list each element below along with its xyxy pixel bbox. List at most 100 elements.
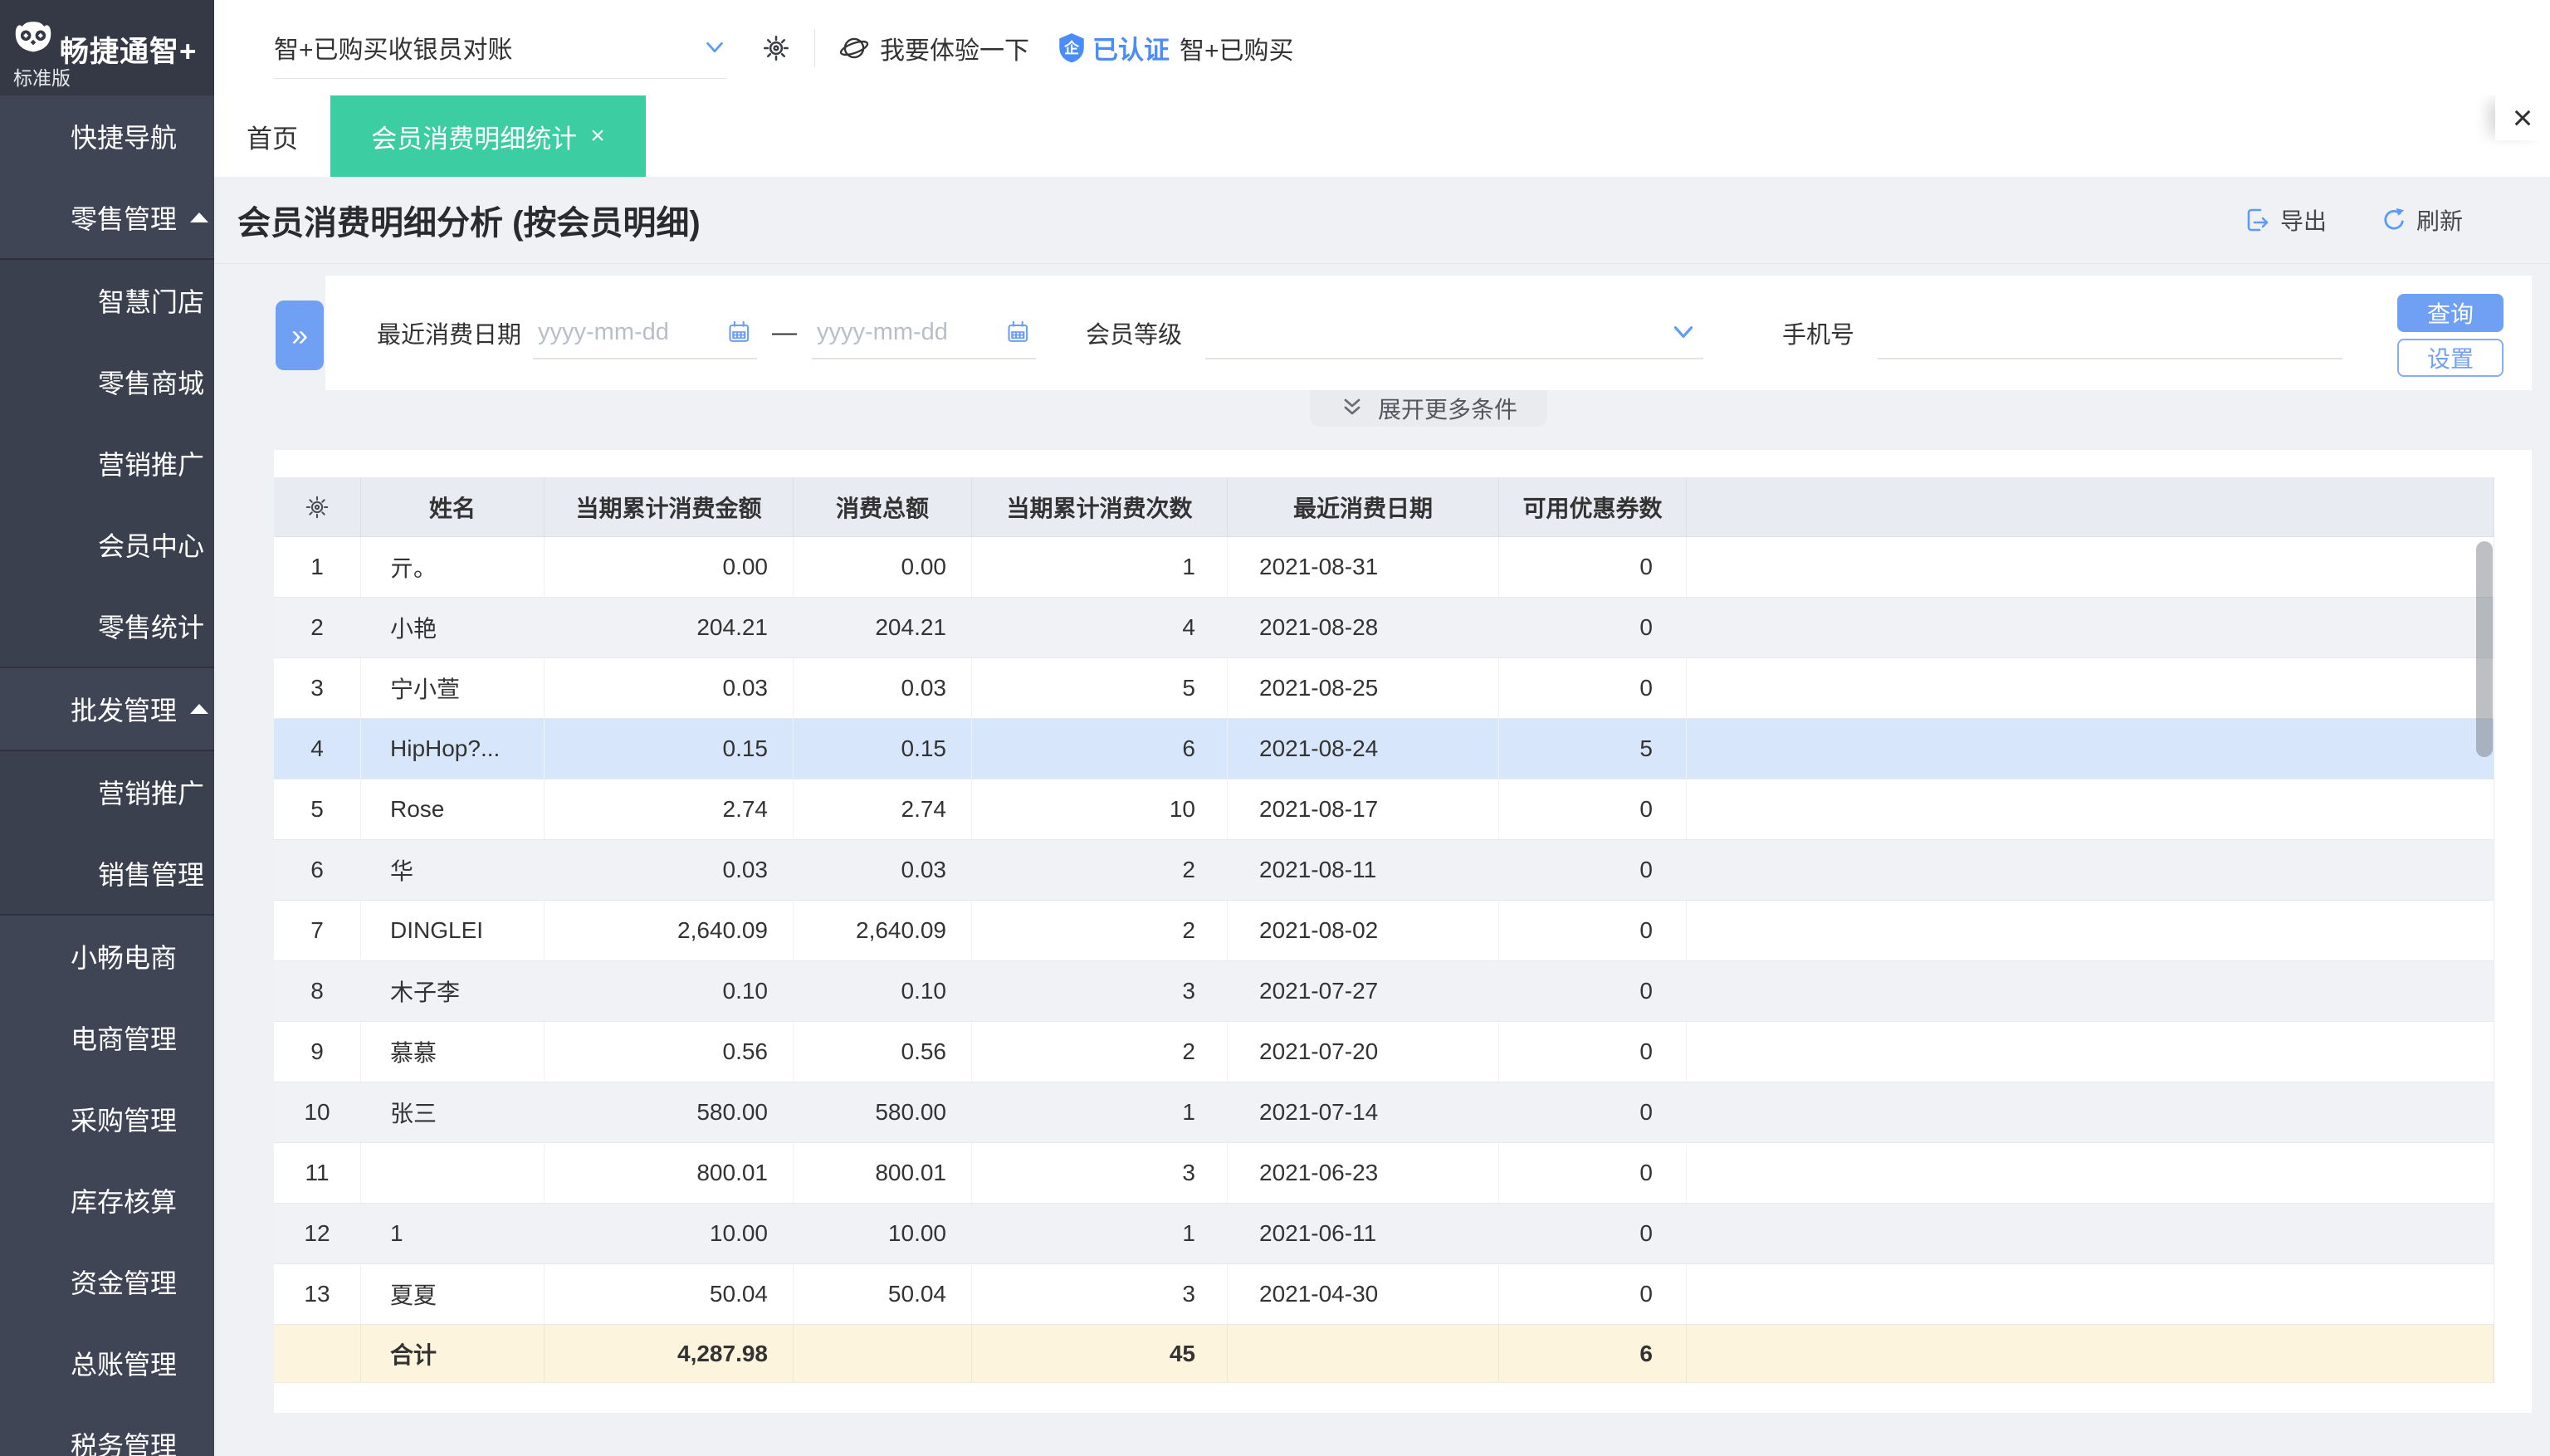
vertical-scrollbar-thumb[interactable]	[2476, 541, 2493, 757]
sidebar-item-xiaochang-ecommerce[interactable]: 小畅电商	[0, 916, 214, 997]
cell-amount: 10.00	[545, 1204, 794, 1263]
settings-button[interactable]: 设置	[2397, 339, 2504, 377]
summary-count: 45	[972, 1325, 1228, 1382]
cell-filler	[1687, 1204, 2494, 1263]
purchased-label: 智+已购买	[1180, 30, 1294, 66]
close-tabs-button[interactable]: ×	[2495, 95, 2550, 140]
main-content: 首页 会员消费明细统计 × × 会员消费明细分析 (按会员明细) 导出	[214, 95, 2550, 1456]
sidebar-item-retail-mall[interactable]: 零售商城	[0, 341, 214, 423]
cell-count: 10	[972, 779, 1228, 839]
sidebar-submenu-retail-management: 智慧门店零售商城营销推广会员中心零售统计	[0, 258, 214, 668]
table-row[interactable]: 5Rose2.742.74102021-08-170	[274, 779, 2494, 840]
experience-link[interactable]: 我要体验一下	[838, 30, 1029, 66]
sidebar-item-smart-store[interactable]: 智慧门店	[0, 260, 214, 341]
sidebar-item-label: 零售商城	[98, 363, 204, 401]
cell-filler	[1687, 901, 2494, 960]
sidebar-item-general-ledger[interactable]: 总账管理	[0, 1322, 214, 1404]
cell-date: 2021-08-17	[1228, 779, 1499, 839]
sidebar-item-purchase-management[interactable]: 采购管理	[0, 1078, 214, 1160]
column-header-coupons: 可用优惠券数	[1499, 477, 1687, 536]
sidebar-item-tax-management[interactable]: 税务管理	[0, 1404, 214, 1456]
brand-logo: 畅捷通智+ 标准版	[0, 0, 214, 95]
date-to-input[interactable]	[817, 319, 999, 346]
table-row[interactable]: 3宁小萱0.030.0352021-08-250	[274, 658, 2494, 719]
cell-coupons: 0	[1499, 537, 1687, 597]
table-row[interactable]: 6华0.030.0322021-08-110	[274, 840, 2494, 901]
sidebar-group-label: 批发管理	[71, 690, 177, 728]
table-row[interactable]: 9慕慕0.560.5622021-07-200	[274, 1022, 2494, 1082]
cell-amount: 0.03	[545, 658, 794, 718]
date-to-field	[812, 306, 1036, 359]
workspace-dropdown[interactable]: 智+已购买收银员对账	[274, 17, 726, 79]
cell-filler	[1687, 719, 2494, 779]
collapse-filter-handle[interactable]: »	[276, 300, 324, 370]
chevron-up-icon	[190, 704, 208, 714]
table-row[interactable]: 10张三580.00580.0012021-07-140	[274, 1082, 2494, 1143]
calendar-icon[interactable]	[1005, 317, 1031, 347]
export-button[interactable]: 导出	[2244, 203, 2327, 237]
table-row[interactable]: 7DINGLEI2,640.092,640.0922021-08-020	[274, 901, 2494, 961]
cell-filler	[1687, 537, 2494, 597]
sidebar-item-label: 总账管理	[71, 1344, 177, 1382]
member-level-select[interactable]	[1205, 306, 1703, 359]
cell-filler	[1687, 840, 2494, 900]
cell-name: DINGLEI	[361, 901, 545, 960]
sidebar-item-sales-management[interactable]: 销售管理	[0, 833, 214, 914]
cell-date: 2021-06-11	[1228, 1204, 1499, 1263]
expand-more-label: 展开更多条件	[1378, 392, 1517, 425]
sidebar-item-member-center[interactable]: 会员中心	[0, 504, 214, 585]
sidebar-item-label: 小畅电商	[71, 937, 177, 975]
date-from-input[interactable]	[538, 319, 720, 346]
row-index: 10	[274, 1082, 361, 1142]
sidebar-item-quick-nav[interactable]: 快捷导航	[0, 95, 214, 177]
cell-date: 2021-08-02	[1228, 901, 1499, 960]
filter-buttons: 查询 设置	[2397, 294, 2504, 377]
refresh-button[interactable]: 刷新	[2380, 203, 2463, 237]
sidebar-item-wholesale-marketing[interactable]: 营销推广	[0, 751, 214, 833]
cell-total: 204.21	[794, 598, 972, 657]
experience-label: 我要体验一下	[880, 30, 1029, 66]
cell-coupons: 0	[1499, 840, 1687, 900]
brand-edition: 标准版	[13, 62, 71, 90]
settings-gear-icon[interactable]	[761, 33, 791, 63]
table-row[interactable]: 13夏夏50.0450.0432021-04-300	[274, 1264, 2494, 1325]
sidebar-item-retail-statistics[interactable]: 零售统计	[0, 585, 214, 667]
sidebar-group-wholesale-management[interactable]: 批发管理	[0, 668, 214, 750]
tab-home[interactable]: 首页	[214, 95, 330, 177]
column-header-name: 姓名	[361, 477, 545, 536]
row-index: 11	[274, 1143, 361, 1203]
cell-coupons: 0	[1499, 1082, 1687, 1142]
expand-more-conditions-button[interactable]: 展开更多条件	[1310, 390, 1547, 427]
sidebar-item-retail-marketing[interactable]: 营销推广	[0, 423, 214, 504]
cell-date: 2021-07-20	[1228, 1022, 1499, 1082]
tab-close-icon[interactable]: ×	[590, 122, 605, 150]
tab-member-consumption-details[interactable]: 会员消费明细统计 ×	[330, 95, 646, 177]
table-row[interactable]: 4HipHop?...0.150.1562021-08-245	[274, 719, 2494, 779]
cell-coupons: 0	[1499, 1143, 1687, 1203]
table-row[interactable]: 1亓。0.000.0012021-08-310	[274, 537, 2494, 598]
column-settings-button[interactable]	[274, 477, 361, 536]
sidebar-item-label: 营销推广	[98, 773, 204, 811]
phone-input[interactable]	[1883, 319, 2338, 346]
cell-name: 宁小萱	[361, 658, 545, 718]
row-index: 3	[274, 658, 361, 718]
sidebar-item-ecommerce-management[interactable]: 电商管理	[0, 997, 214, 1078]
phone-label: 手机号	[1782, 315, 1854, 350]
cell-total: 2.74	[794, 779, 972, 839]
column-header-filler	[1687, 477, 2494, 536]
sidebar-group-retail-management[interactable]: 零售管理	[0, 177, 214, 258]
table-row[interactable]: 11800.01800.0132021-06-230	[274, 1143, 2494, 1204]
table-row[interactable]: 12110.0010.0012021-06-110	[274, 1204, 2494, 1264]
date-filter-label: 最近消费日期	[377, 315, 521, 350]
table-row[interactable]: 2小艳204.21204.2142021-08-280	[274, 598, 2494, 658]
table-row[interactable]: 8木子李0.100.1032021-07-270	[274, 961, 2494, 1022]
cell-total: 0.03	[794, 658, 972, 718]
cell-amount: 580.00	[545, 1082, 794, 1142]
sidebar-item-label: 智慧门店	[98, 281, 204, 320]
calendar-icon[interactable]	[726, 317, 752, 347]
sidebar-item-funds-management[interactable]: 资金管理	[0, 1241, 214, 1322]
query-button[interactable]: 查询	[2397, 294, 2504, 332]
certified-badge[interactable]: 企 已认证	[1056, 29, 1170, 66]
date-range-separator: —	[772, 319, 797, 347]
sidebar-item-inventory-accounting[interactable]: 库存核算	[0, 1160, 214, 1241]
